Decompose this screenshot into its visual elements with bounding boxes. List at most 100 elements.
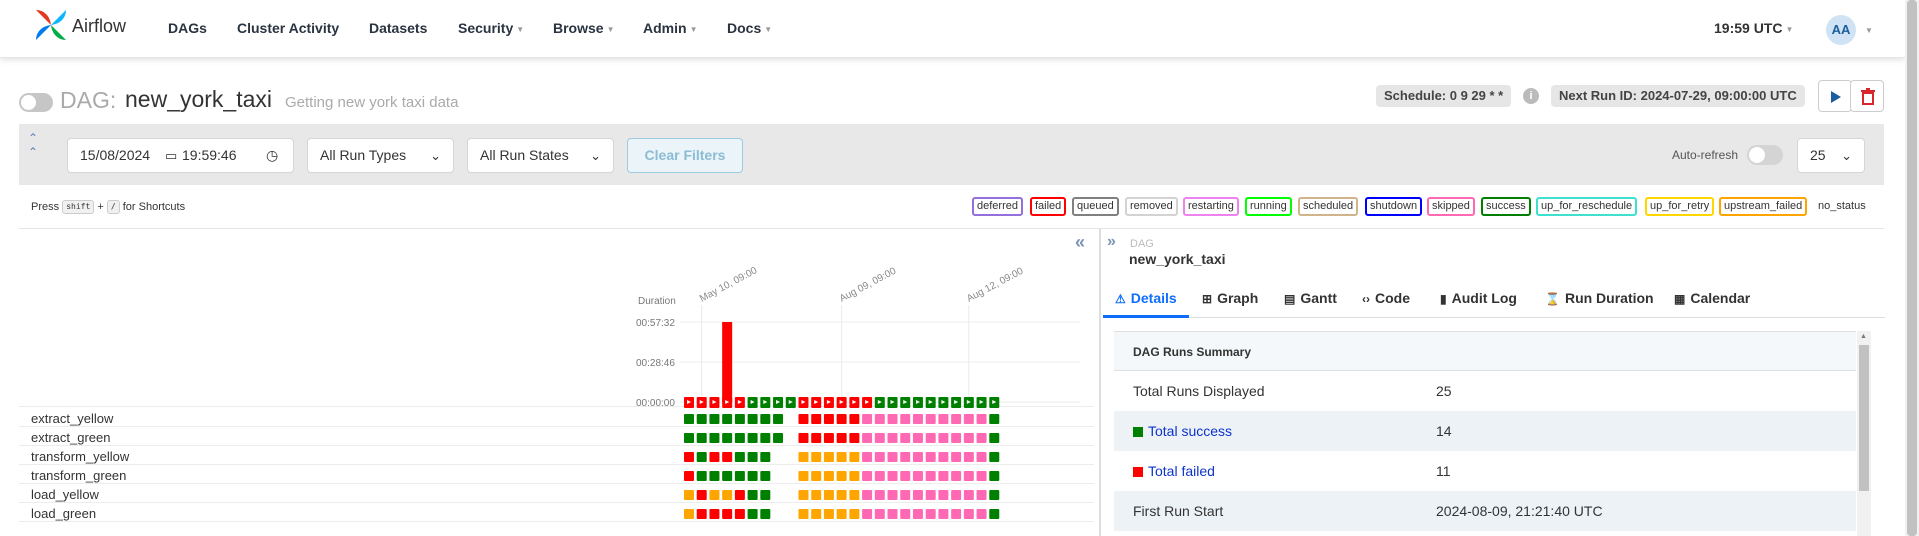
task-instance [722,509,733,519]
legend-no-status[interactable]: no_status [1818,200,1866,212]
legend-chip[interactable]: running [1245,197,1292,216]
task-instance [938,471,949,481]
nav-datasets-label: Datasets [369,20,428,36]
task-instance [925,414,936,424]
hourglass-icon: ⌛ [1545,292,1560,306]
nav-dags[interactable]: DAGs [168,20,207,36]
task-instance [976,471,987,481]
task-instance [696,414,707,424]
duration-tick-label: 00:57:32 [636,318,675,329]
tab-graph[interactable]: ⊞ Graph [1202,290,1258,306]
legend-chip[interactable]: shutdown [1365,197,1423,216]
task-instance [849,471,860,481]
summary-key-link[interactable]: Total success [1133,411,1232,451]
legend-chip[interactable]: up_for_reschedule [1536,197,1638,216]
chevron-down-icon[interactable]: ▼ [1865,26,1873,35]
run-states-select[interactable]: All Run States ⌄ [467,138,614,173]
details-scrollbar-thumb[interactable] [1859,345,1869,491]
nav-security[interactable]: Security ▼ [458,20,524,36]
page-scrollbar-thumb[interactable] [1907,0,1917,536]
tab-gantt[interactable]: ▤ Gantt [1284,290,1337,306]
total-failed-link[interactable]: Total failed [1148,463,1215,479]
summary-row: Total Runs Displayed 25 [1114,371,1856,411]
tab-details[interactable]: ⚠ Details [1115,290,1177,306]
legend-chip[interactable]: queued [1072,197,1119,216]
tab-audit-log[interactable]: ▮ Audit Log [1440,290,1517,306]
timezone-clock[interactable]: 19:59 UTC ▼ [1714,20,1793,36]
legend-chip[interactable]: success [1481,197,1531,216]
task-instance [951,414,962,424]
auto-refresh-toggle[interactable] [1747,145,1783,165]
task-instance [747,490,758,500]
task-instance [938,433,949,443]
task-instance [963,414,974,424]
legend-chip[interactable]: restarting [1183,197,1239,216]
task-instance [684,471,694,481]
nav-browse[interactable]: Browse ▼ [553,20,615,36]
tab-calendar-label: Calendar [1690,290,1751,306]
legend-chip[interactable]: deferred [972,197,1023,216]
info-icon[interactable]: i [1523,88,1539,104]
total-success-link[interactable]: Total success [1148,423,1232,439]
dag-pause-toggle[interactable] [19,93,53,112]
tab-calendar[interactable]: ▦ Calendar [1674,290,1750,306]
task-instance [849,414,860,424]
summary-key-link[interactable]: Total failed [1133,451,1215,491]
page-size-select[interactable]: 25 ⌄ [1797,138,1865,173]
task-instance [912,509,923,519]
task-instance [836,414,847,424]
task-instance [887,490,898,500]
task-instance [747,509,758,519]
nav-docs[interactable]: Docs ▼ [727,20,772,36]
legend-chip[interactable]: upstream_failed [1719,197,1808,216]
auto-refresh-label: Auto-refresh [1672,148,1739,162]
tab-graph-label: Graph [1217,290,1259,306]
trigger-dag-button[interactable] [1818,80,1852,112]
scroll-up-icon[interactable]: ▲ [1860,333,1867,340]
task-instance [912,452,923,462]
task-instance [823,414,834,424]
gantt-icon: ▤ [1284,292,1296,306]
calendar-icon[interactable]: ▭ [165,139,177,172]
clock-icon[interactable]: ◷ [266,139,278,172]
task-instance [734,471,745,481]
chevron-down-icon: ⌄ [1841,148,1852,163]
chevron-down-icon: ▼ [764,24,773,34]
task-instance [684,490,694,500]
tab-run-duration[interactable]: ⌛ Run Duration [1545,290,1654,306]
brand-name[interactable]: Airflow [72,16,126,37]
legend-chip[interactable]: skipped [1427,197,1475,216]
task-instance [722,490,733,500]
warning-icon: ⚠ [1115,292,1126,306]
task-instance [696,452,707,462]
legend-chip[interactable]: up_for_retry [1645,197,1715,216]
task-instance [951,509,962,519]
task-instance [849,490,860,500]
task-instance [963,509,974,519]
user-avatar[interactable]: AA [1826,15,1856,45]
clear-filters-button[interactable]: Clear Filters [627,138,743,173]
legend-chip[interactable]: failed [1030,197,1067,216]
nav-admin[interactable]: Admin ▼ [643,20,697,36]
filter-bar [19,124,1884,185]
delete-dag-button[interactable] [1850,80,1884,112]
page-scrollbar[interactable] [1905,0,1919,536]
panel-divider[interactable] [1099,229,1101,536]
task-instance [849,452,860,462]
tab-code[interactable]: ‹› Code [1362,290,1410,306]
expand-details-icon[interactable]: » [1107,233,1116,251]
task-instance [989,433,1000,443]
base-date-input[interactable]: 15/08/2024 ▭ 19:59:46 ◷ [67,138,294,173]
nav-cluster-activity[interactable]: Cluster Activity [237,20,339,36]
run-types-select[interactable]: All Run Types ⌄ [307,138,454,173]
legend-chip[interactable]: scheduled [1298,197,1359,216]
legend-chip[interactable]: removed [1125,197,1178,216]
airflow-logo-icon[interactable] [32,6,70,44]
collapse-filters-icon[interactable]: ⌃ ⌃ [28,131,38,159]
collapse-grid-icon[interactable]: « [1075,232,1085,253]
nav-datasets[interactable]: Datasets [369,20,427,36]
task-instance [823,509,834,519]
summary-key: First Run Start [1133,503,1224,519]
summary-key: Total Runs Displayed [1133,383,1265,399]
details-scrollbar[interactable]: ▲ [1857,331,1871,536]
